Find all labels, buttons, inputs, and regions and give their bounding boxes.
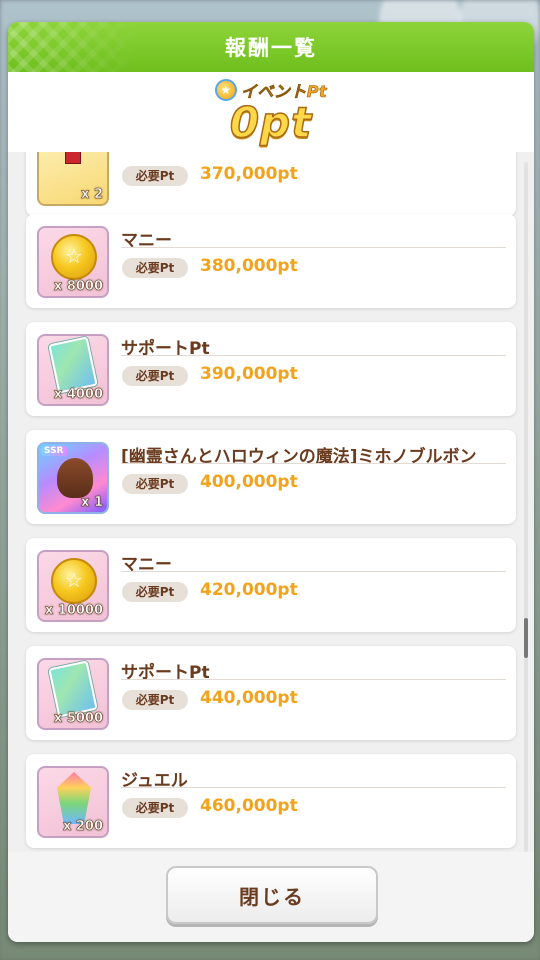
- reward-item-thumbnail[interactable]: SSR x 1: [37, 442, 109, 514]
- reward-item-thumbnail: x 8000: [37, 226, 109, 298]
- event-pt-display: ★ イベントPt 0pt: [8, 72, 534, 152]
- dialog-header: 報酬一覧: [8, 22, 534, 72]
- dialog-title: 報酬一覧: [225, 36, 317, 60]
- reward-quantity: x 10000: [44, 603, 104, 619]
- support-pt-ticket-icon: [48, 336, 98, 394]
- required-pt-label: 必要Pt: [122, 798, 188, 818]
- reward-name: ジュエル: [121, 766, 506, 788]
- reward-card: SSR x 1 [幽霊さんとハロウィンの魔法]ミホノブルボン 必要Pt 400,…: [26, 430, 516, 524]
- reward-name: マニー: [121, 226, 506, 248]
- money-coin-icon: [51, 234, 97, 280]
- item-icon: [65, 152, 81, 164]
- dialog-footer: 閉じる: [8, 852, 534, 942]
- required-pt-label: 必要Pt: [122, 582, 188, 602]
- required-pt-label: 必要Pt: [122, 474, 188, 494]
- reward-name: サポートPt: [121, 334, 506, 356]
- required-pt-value: 460,000pt: [200, 796, 298, 816]
- jewel-icon: [57, 772, 91, 824]
- reward-list-dialog: 報酬一覧 ★ イベントPt 0pt x 2 必要Pt 370,000pt x 8…: [8, 22, 534, 942]
- reward-card: x 8000 マニー 必要Pt 380,000pt: [26, 214, 516, 308]
- required-pt-label: 必要Pt: [122, 258, 188, 278]
- reward-quantity: x 1: [81, 495, 103, 511]
- reward-card: x 10000 マニー 必要Pt 420,000pt: [26, 538, 516, 632]
- required-pt-label: 必要Pt: [122, 366, 188, 386]
- required-pt-value: 370,000pt: [200, 164, 298, 184]
- reward-item-thumbnail: x 5000: [37, 658, 109, 730]
- required-pt-label: 必要Pt: [122, 166, 188, 186]
- event-pt-value: 0pt: [229, 97, 313, 148]
- ssr-badge: SSR: [41, 446, 67, 456]
- required-pt-value: 380,000pt: [200, 256, 298, 276]
- required-pt-value: 390,000pt: [200, 364, 298, 384]
- reward-item-thumbnail: x 2: [37, 152, 109, 206]
- reward-item-thumbnail: x 200: [37, 766, 109, 838]
- reward-name: [幽霊さんとハロウィンの魔法]ミホノブルボン: [121, 442, 506, 464]
- reward-item-thumbnail: x 4000: [37, 334, 109, 406]
- reward-list[interactable]: x 2 必要Pt 370,000pt x 8000 マニー 必要Pt 380,0…: [8, 152, 534, 852]
- required-pt-value: 420,000pt: [200, 580, 298, 600]
- reward-name: マニー: [121, 550, 506, 572]
- reward-name: サポートPt: [121, 658, 506, 680]
- reward-quantity: x 2: [81, 187, 103, 203]
- required-pt-value: 400,000pt: [200, 472, 298, 492]
- scrollbar-thumb[interactable]: [524, 618, 528, 658]
- header-pattern: [8, 22, 138, 72]
- required-pt-value: 440,000pt: [200, 688, 298, 708]
- scrollbar-track[interactable]: [524, 162, 528, 852]
- money-coin-icon: [51, 558, 97, 604]
- reward-quantity: x 200: [62, 819, 104, 835]
- reward-card: x 2 必要Pt 370,000pt: [26, 152, 516, 216]
- reward-card: x 5000 サポートPt 必要Pt 440,000pt: [26, 646, 516, 740]
- reward-card: x 200 ジュエル 必要Pt 460,000pt: [26, 754, 516, 848]
- reward-card: x 4000 サポートPt 必要Pt 390,000pt: [26, 322, 516, 416]
- reward-quantity: x 5000: [53, 711, 104, 727]
- required-pt-label: 必要Pt: [122, 690, 188, 710]
- reward-item-thumbnail: x 10000: [37, 550, 109, 622]
- reward-quantity: x 4000: [53, 387, 104, 403]
- reward-quantity: x 8000: [53, 279, 104, 295]
- support-pt-ticket-icon: [48, 660, 98, 718]
- close-button[interactable]: 閉じる: [166, 866, 378, 924]
